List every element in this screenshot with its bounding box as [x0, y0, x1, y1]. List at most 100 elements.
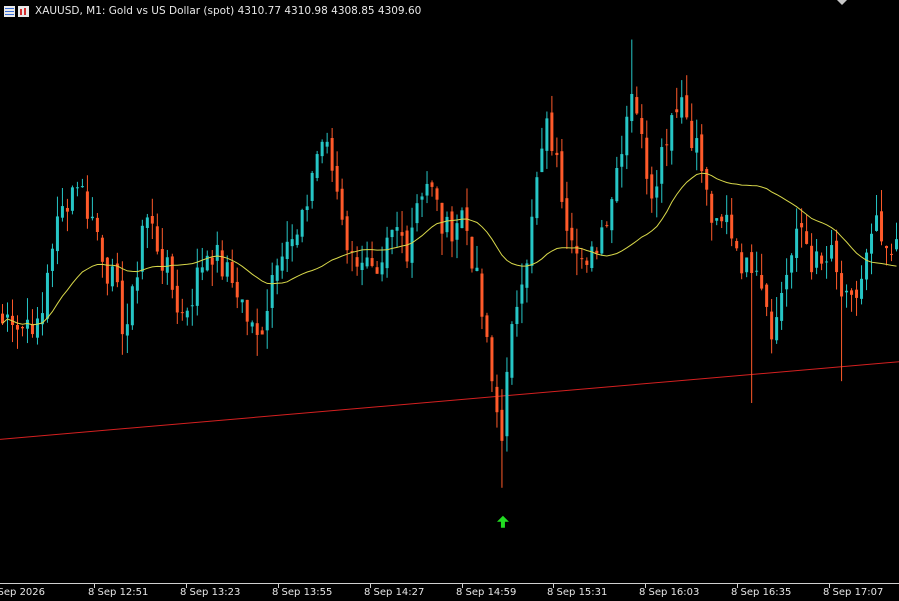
candle-body — [785, 274, 789, 290]
candle-body — [815, 251, 819, 268]
candle-body — [140, 225, 144, 272]
candle-body — [720, 216, 724, 222]
candle-body — [665, 144, 669, 146]
price-chart[interactable] — [0, 0, 899, 583]
candle-body — [435, 188, 439, 200]
candle-body — [635, 97, 639, 114]
candle-body — [80, 186, 84, 188]
candle-body — [390, 229, 394, 238]
candle-body — [195, 267, 199, 306]
candle-body — [520, 284, 524, 304]
candle-body — [715, 218, 719, 221]
candle-body — [595, 250, 599, 254]
candle-body — [735, 240, 739, 249]
moving-average-line — [2, 172, 897, 326]
candle-body — [810, 245, 814, 273]
candle-body — [275, 265, 279, 281]
candle-body — [630, 93, 634, 122]
candle-body — [105, 257, 109, 284]
candle-body — [75, 187, 79, 189]
candle-body — [455, 223, 459, 240]
candle-body — [585, 260, 589, 265]
candle-body — [355, 257, 359, 267]
candle-body — [890, 253, 894, 255]
candle-body — [475, 267, 479, 272]
candle-body — [150, 215, 154, 224]
candle-body — [865, 252, 869, 280]
candle-body — [730, 214, 734, 239]
candle-body — [615, 167, 619, 202]
candle-body — [170, 256, 174, 290]
candle-body — [645, 137, 649, 179]
time-axis-label: 8 Sep 13:55 — [272, 587, 333, 598]
candle-body — [15, 324, 19, 330]
time-axis: 8 Sep 2026 8 Sep 12:51 8 Sep 13:23 8 Sep 13… — [0, 583, 899, 601]
candle-body — [410, 227, 414, 263]
candle-body — [5, 314, 9, 318]
candle-body — [290, 239, 294, 247]
candle-body — [870, 233, 874, 254]
candle-body — [725, 214, 729, 223]
candle-body — [225, 262, 229, 277]
candle-body — [640, 118, 644, 135]
candle-body — [200, 267, 204, 273]
candle-body — [755, 270, 759, 272]
candle-body — [470, 236, 474, 269]
candle-body — [545, 118, 549, 151]
candle-body — [655, 186, 659, 198]
candle-body — [280, 256, 284, 271]
candle-body — [330, 138, 334, 171]
candle-body — [660, 147, 664, 184]
candle-body — [770, 311, 774, 340]
candle-body — [790, 255, 794, 273]
time-axis-label: 8 Sep 15:31 — [547, 587, 608, 598]
candle-body — [65, 207, 69, 212]
candle-body — [255, 323, 259, 335]
candle-body — [395, 227, 399, 231]
trendline — [0, 361, 899, 440]
time-axis-label: 8 Sep 14:59 — [456, 587, 517, 598]
candle-body — [295, 234, 299, 246]
candle-body — [215, 244, 219, 261]
candle-body — [345, 216, 349, 251]
candle-body — [875, 215, 879, 231]
candle-body — [335, 165, 339, 192]
candle-body — [315, 154, 319, 178]
candle-body — [675, 109, 679, 113]
candle-body — [70, 187, 74, 211]
time-axis-label: 8 Sep 13:23 — [180, 587, 241, 598]
candle-body — [320, 141, 324, 157]
candle-body — [555, 152, 559, 156]
candle-body — [85, 191, 89, 219]
candle-body — [220, 250, 224, 277]
candle-body — [710, 193, 714, 223]
candle-body — [190, 305, 194, 307]
candle-body — [795, 228, 799, 258]
candle-body — [775, 317, 779, 341]
time-axis-label: 8 Sep 17:07 — [823, 587, 884, 598]
candle-body — [740, 252, 744, 274]
buy-signal-arrow-icon — [496, 515, 509, 528]
candle-body — [840, 273, 844, 297]
candle-body — [850, 290, 854, 295]
candle-body — [385, 237, 389, 269]
candle-body — [860, 278, 864, 299]
candle-body — [90, 216, 94, 219]
candle-body — [540, 148, 544, 173]
candle-body — [110, 266, 114, 287]
candle-body — [50, 248, 54, 271]
candle-body — [625, 116, 629, 156]
candle-body — [680, 97, 684, 118]
candle-body — [490, 337, 494, 382]
candle-body — [45, 272, 49, 319]
candle-body — [35, 318, 39, 338]
candle-body — [550, 112, 554, 151]
candle-body — [20, 326, 24, 329]
candle-body — [240, 299, 244, 303]
candle-body — [100, 237, 104, 262]
candle-body — [765, 284, 769, 307]
candle-body — [835, 240, 839, 273]
candle-body — [780, 292, 784, 321]
time-axis-label: 8 Sep 2026 — [0, 587, 46, 598]
candle-body — [600, 227, 604, 254]
